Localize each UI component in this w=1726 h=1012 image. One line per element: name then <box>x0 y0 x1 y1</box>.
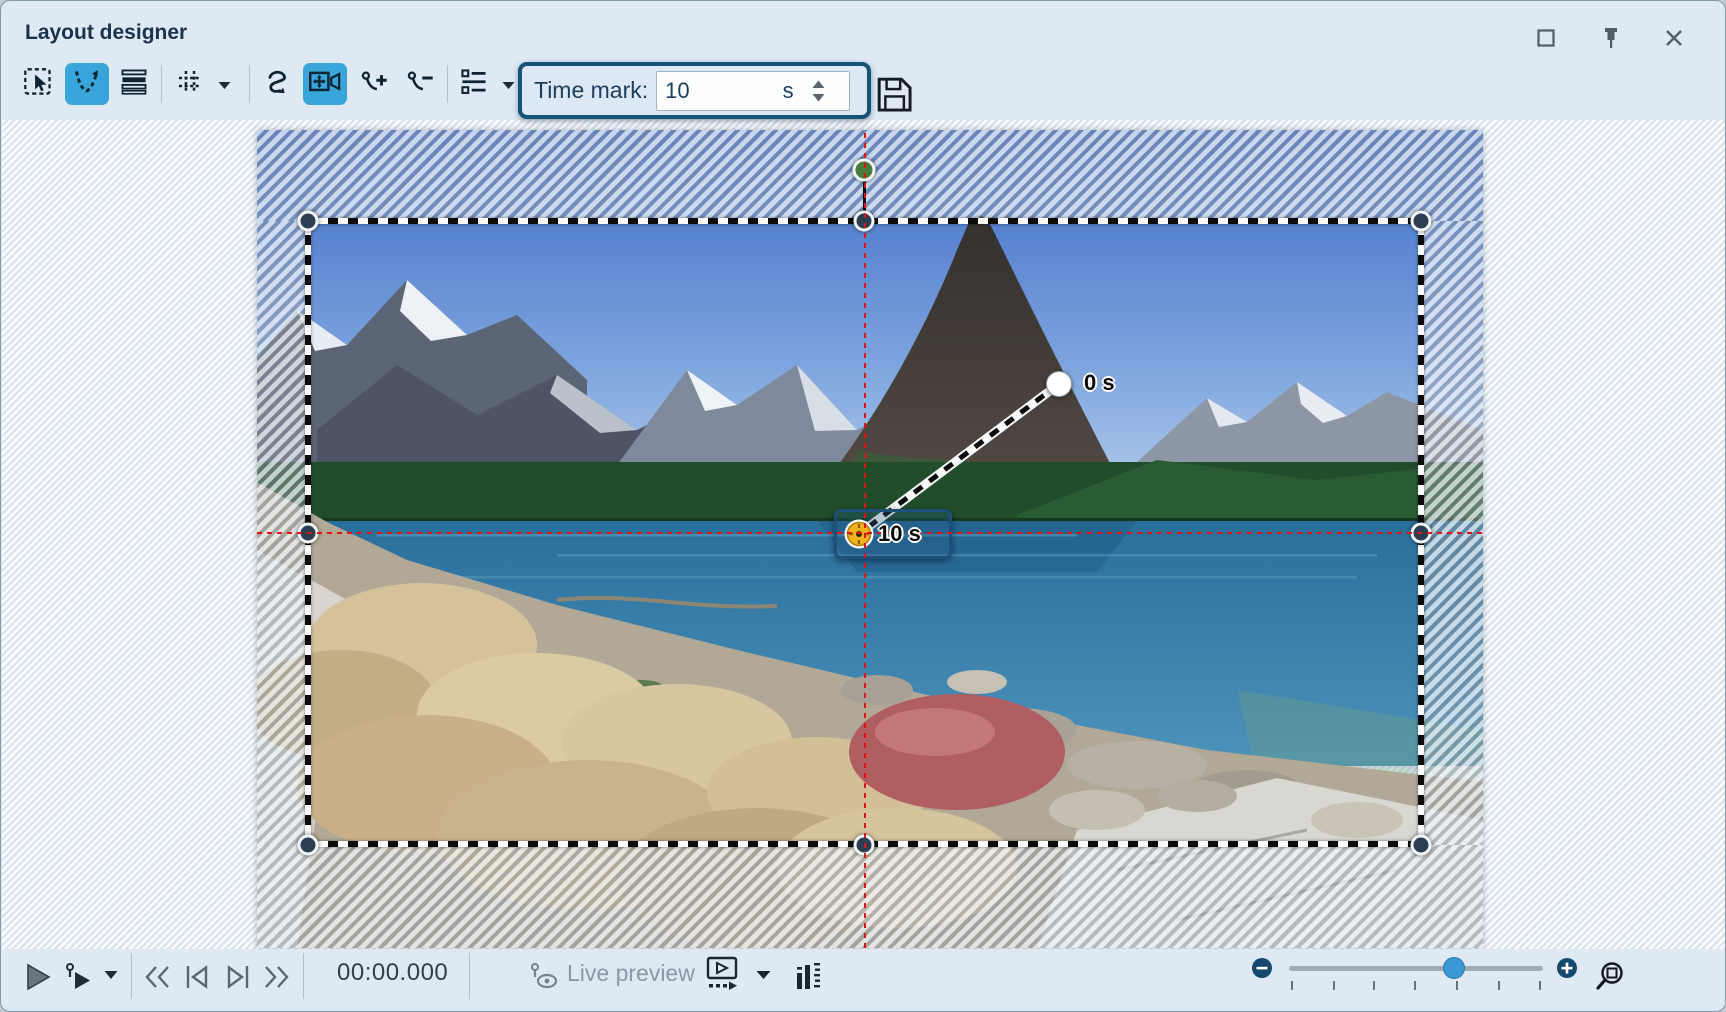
grid-icon <box>175 67 205 102</box>
zoom-fit-button[interactable] <box>1591 955 1629 999</box>
time-mark-label: Time mark: <box>534 77 648 104</box>
live-preview-toggle[interactable] <box>525 957 563 997</box>
remove-keyframe-tool-button[interactable] <box>399 63 441 105</box>
zoom-tick <box>1291 981 1293 990</box>
add-keyframe-tool-button[interactable] <box>353 63 395 105</box>
play-from-marker-icon <box>64 962 94 992</box>
time-mark-group: Time mark: s <box>518 62 871 119</box>
levels-icon <box>794 959 824 995</box>
motion-path-tool-button[interactable] <box>65 63 109 105</box>
toolbar-separator <box>447 65 448 103</box>
play-button[interactable] <box>21 957 55 997</box>
camera-pan-icon <box>308 67 342 102</box>
zoom-tick <box>1373 981 1375 990</box>
layout-designer-window: Layout designer <box>0 0 1726 1012</box>
previous-frame-icon <box>183 963 211 991</box>
keyframe-list-dropdown-arrow[interactable] <box>499 79 517 91</box>
toolbar-separator <box>161 65 162 103</box>
layout-canvas[interactable]: 0 s 10 s <box>2 120 1726 949</box>
spinner-down-icon <box>812 93 825 102</box>
save-icon[interactable] <box>873 73 915 120</box>
smooth-curve-icon <box>263 67 293 102</box>
zoom-tick <box>1539 981 1541 990</box>
zoom-tick <box>1498 981 1500 990</box>
spinner-up-icon <box>812 80 825 89</box>
handle-top-right[interactable] <box>1411 211 1432 232</box>
pin-button[interactable] <box>1596 25 1626 55</box>
zoom-slider-track[interactable] <box>1289 966 1543 971</box>
next-frame-button[interactable] <box>222 959 254 995</box>
curve-plus-icon <box>359 67 389 102</box>
handle-bottom-right[interactable] <box>1411 835 1432 856</box>
select-tool-button[interactable] <box>17 63 59 105</box>
crosshair-horizontal <box>257 532 1483 534</box>
preview-eye-icon <box>528 961 560 993</box>
previous-frame-button[interactable] <box>181 959 213 995</box>
render-quality-button[interactable] <box>791 955 827 999</box>
next-frame-icon <box>224 963 252 991</box>
zoom-fit-icon <box>1593 960 1627 994</box>
select-cursor-icon <box>23 67 53 102</box>
live-preview-label: Live preview <box>567 960 695 987</box>
handle-top-left[interactable] <box>298 211 319 232</box>
maximize-button[interactable] <box>1531 25 1561 55</box>
preview-window-icon <box>705 956 741 996</box>
selected-keyframe-label: 10 s <box>878 521 921 547</box>
time-mark-input[interactable] <box>657 77 775 105</box>
maximize-icon <box>1537 29 1555 52</box>
handle-bottom-left[interactable] <box>298 835 319 856</box>
skip-to-start-icon <box>143 963 171 991</box>
time-mark-unit: s <box>775 78 801 104</box>
titlebar[interactable]: Layout designer <box>1 1 1725 57</box>
smooth-curve-tool-button[interactable] <box>257 63 299 105</box>
zoom-tick <box>1414 981 1416 990</box>
toolbar-separator <box>249 65 250 103</box>
play-icon <box>25 963 51 991</box>
zoom-tick <box>1333 981 1335 990</box>
time-display: 00:00.000 <box>337 959 448 987</box>
curve-minus-icon <box>405 67 435 102</box>
zoom-in-button[interactable] <box>1557 958 1577 978</box>
stacked-layers-icon <box>119 67 149 102</box>
zoom-out-icon <box>1252 958 1272 978</box>
bottombar-separator <box>131 953 132 999</box>
time-mark-spinner[interactable] <box>801 73 835 109</box>
zoom-in-icon <box>1557 958 1577 978</box>
window-title: Layout designer <box>25 21 187 45</box>
motion-path-icon <box>71 66 103 103</box>
preview-window-button[interactable] <box>703 953 743 999</box>
close-button[interactable] <box>1659 25 1689 55</box>
clock-keyframe-icon[interactable] <box>840 515 878 553</box>
start-keyframe-marker[interactable] <box>1046 371 1072 397</box>
zoom-tick <box>1456 981 1458 990</box>
bottombar-separator <box>469 953 470 999</box>
zoom-out-button[interactable] <box>1252 958 1272 978</box>
crosshair-vertical <box>864 130 866 948</box>
preview-options-dropdown-arrow[interactable] <box>753 967 773 983</box>
play-from-marker-button[interactable] <box>61 957 97 997</box>
keyframe-list-icon <box>459 67 489 102</box>
pin-icon <box>1601 27 1621 54</box>
camera-pan-tool-button[interactable] <box>303 63 347 105</box>
grid-tool-button[interactable] <box>169 63 211 105</box>
grid-dropdown-arrow[interactable] <box>215 79 233 91</box>
keyframe-list-tool-button[interactable] <box>453 63 495 105</box>
play-options-dropdown-arrow[interactable] <box>101 967 121 983</box>
object-list-tool-button[interactable] <box>113 63 155 105</box>
start-keyframe-label: 0 s <box>1084 370 1115 396</box>
close-icon <box>1665 29 1683 52</box>
zoom-slider-thumb[interactable] <box>1443 957 1465 979</box>
playback-bar: 00:00.000 Live preview <box>1 949 1725 1006</box>
time-mark-field: s <box>656 71 850 111</box>
fast-forward-button[interactable] <box>261 959 293 995</box>
skip-to-start-button[interactable] <box>141 959 173 995</box>
fast-forward-icon <box>263 963 291 991</box>
bottombar-separator <box>303 953 304 999</box>
